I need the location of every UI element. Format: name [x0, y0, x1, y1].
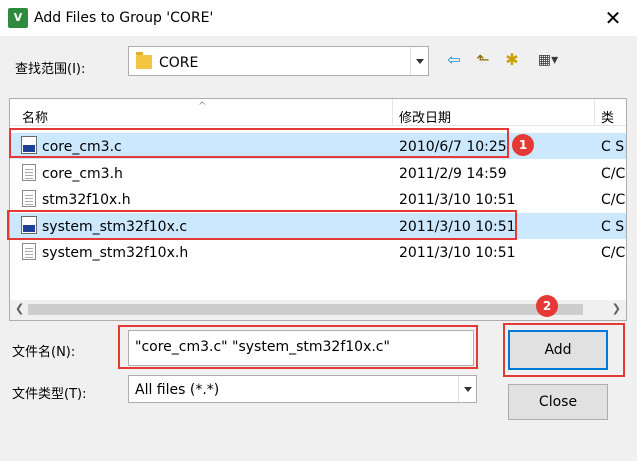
- look-in-combobox[interactable]: CORE: [128, 46, 429, 76]
- column-type-header[interactable]: 类: [601, 107, 614, 126]
- file-date: 2011/3/10 10:51: [399, 192, 516, 208]
- file-name: core_cm3.h: [42, 166, 123, 182]
- look-in-value: CORE: [159, 55, 199, 71]
- column-name-header[interactable]: 名称: [22, 107, 48, 126]
- file-type: C S: [601, 139, 625, 155]
- file-date: 2011/3/10 10:51: [399, 245, 516, 261]
- column-separator[interactable]: [392, 99, 393, 126]
- add-files-dialog: V Add Files to Group 'CORE' ✕ 查找范围(I): C…: [0, 0, 637, 461]
- keil-app-icon: V: [8, 8, 28, 28]
- folder-icon: [136, 52, 152, 69]
- c-source-icon: [21, 216, 37, 234]
- file-row[interactable]: core_cm3.h 2011/2/9 14:59 C/C: [10, 160, 626, 186]
- horizontal-scrollbar[interactable]: ❮ ❯: [10, 300, 626, 320]
- file-date: 2011/3/10 10:51: [399, 219, 516, 235]
- step-badge-1: 1: [512, 134, 534, 156]
- new-folder-icon[interactable]: ✱: [501, 49, 523, 71]
- header-file-icon: [22, 243, 36, 260]
- window-title: Add Files to Group 'CORE': [34, 10, 214, 26]
- file-name-value: "core_cm3.c" "system_stm32f10x.c": [135, 339, 390, 355]
- file-type: C/C: [601, 245, 626, 261]
- file-date: 2011/2/9 14:59: [399, 166, 507, 182]
- file-type-select[interactable]: All files (*.*): [128, 375, 477, 403]
- file-name-input[interactable]: "core_cm3.c" "system_stm32f10x.c": [128, 330, 474, 366]
- file-row[interactable]: system_stm32f10x.h 2011/3/10 10:51 C/C: [10, 239, 626, 265]
- file-type-value: All files (*.*): [135, 382, 220, 398]
- chevron-down-icon[interactable]: [458, 376, 476, 402]
- close-button[interactable]: Close: [508, 384, 608, 420]
- header-file-icon: [22, 164, 36, 181]
- scroll-left-icon[interactable]: ❮: [15, 302, 24, 315]
- file-name: core_cm3.c: [42, 139, 122, 155]
- step-badge-2: 2: [536, 295, 558, 317]
- file-row[interactable]: stm32f10x.h 2011/3/10 10:51 C/C: [10, 186, 626, 212]
- file-name: system_stm32f10x.h: [42, 245, 189, 261]
- sort-ascending-icon: ^: [198, 101, 207, 112]
- chevron-down-icon[interactable]: [410, 47, 428, 75]
- file-row[interactable]: system_stm32f10x.c 2011/3/10 10:51 C S: [10, 213, 626, 239]
- column-date-header[interactable]: 修改日期: [399, 107, 451, 126]
- back-icon[interactable]: ⇦: [443, 49, 465, 71]
- scrollbar-thumb[interactable]: [28, 304, 583, 315]
- file-type-label: 文件类型(T):: [12, 387, 87, 402]
- column-separator[interactable]: [594, 99, 595, 126]
- file-name: stm32f10x.h: [42, 192, 131, 208]
- view-menu-icon[interactable]: ▦▾: [530, 49, 566, 71]
- file-type: C S: [601, 219, 625, 235]
- look-in-label: 查找范围(I):: [15, 62, 86, 77]
- title-bar: V Add Files to Group 'CORE' ✕: [0, 0, 637, 36]
- list-header: ^ 名称 修改日期 类: [10, 99, 626, 126]
- add-button[interactable]: Add: [508, 330, 608, 370]
- file-name-label: 文件名(N):: [12, 345, 76, 360]
- file-list[interactable]: ^ 名称 修改日期 类 core_cm3.c 2010/6/7 10:25 C …: [9, 98, 627, 321]
- close-icon[interactable]: ✕: [598, 5, 628, 31]
- file-type: C/C: [601, 192, 626, 208]
- up-folder-icon[interactable]: ⬑: [472, 49, 494, 71]
- header-file-icon: [22, 190, 36, 207]
- file-name: system_stm32f10x.c: [42, 219, 188, 235]
- scroll-right-icon[interactable]: ❯: [612, 302, 621, 315]
- file-date: 2010/6/7 10:25: [399, 139, 507, 155]
- c-source-icon: [21, 136, 37, 154]
- file-type: C/C: [601, 166, 626, 182]
